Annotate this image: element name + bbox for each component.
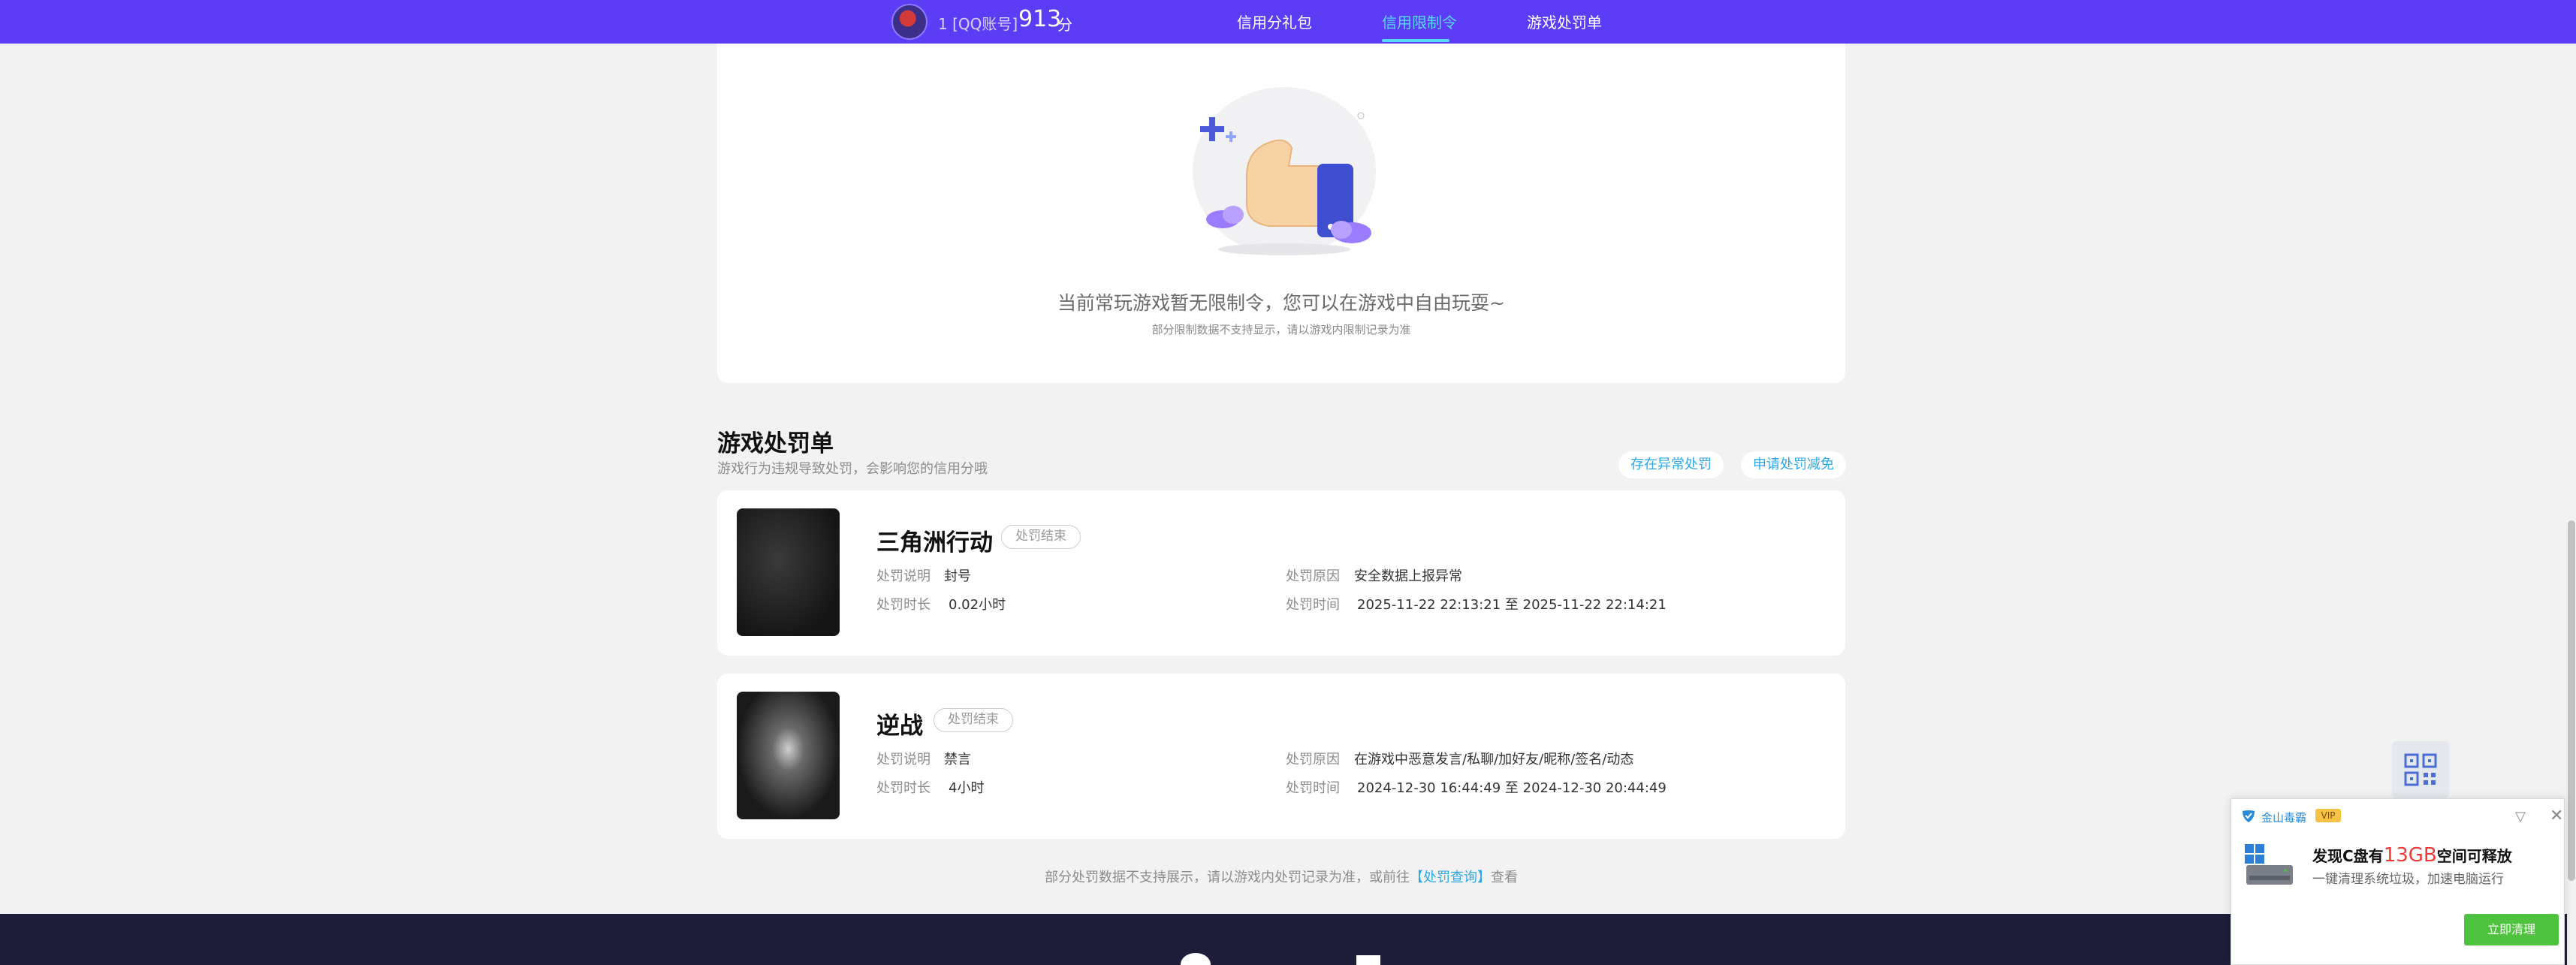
popup-headline: 发现C盘有13GB空间可释放 xyxy=(2312,844,2512,867)
penalty-desc-label: 处罚说明 xyxy=(876,752,931,767)
popup-brand: 金山毒霸 xyxy=(2261,811,2307,825)
penalty-query-link[interactable]: 【处罚查询】 xyxy=(1410,870,1491,885)
no-restriction-message: 当前常玩游戏暂无限制令，您可以在游戏中自由玩耍~ xyxy=(1057,292,1505,314)
game-name: 逆战 xyxy=(876,713,923,740)
penalty-card: 三角洲行动 处罚结束 处罚说明 封号 处罚时长 0.02小时 处罚原因 安全数据… xyxy=(717,490,1845,656)
penalty-time-label: 处罚时间 xyxy=(1286,780,1340,796)
penalty-duration-label: 处罚时长 xyxy=(876,597,931,613)
scrollbar-thumb[interactable] xyxy=(2568,520,2575,881)
section-title: 游戏处罚单 xyxy=(717,430,834,457)
penalty-duration-label: 处罚时长 xyxy=(876,780,931,796)
active-tab-indicator xyxy=(1382,39,1449,42)
tab-credit-restriction[interactable]: 信用限制令 xyxy=(1382,11,1457,32)
game-cover-image xyxy=(737,508,840,636)
game-name: 三角洲行动 xyxy=(876,529,993,556)
vip-badge: VIP xyxy=(2315,809,2341,822)
top-nav-bar: 1 [QQ账号] 913 分 信用分礼包 信用限制令 游戏处罚单 xyxy=(0,0,2576,44)
chevron-down-icon[interactable]: ▽ xyxy=(2515,809,2526,825)
abnormal-penalty-button[interactable]: 存在异常处罚 xyxy=(1618,451,1724,478)
credit-score: 913 xyxy=(1018,6,1062,32)
penalty-desc: 禁言 xyxy=(944,752,971,767)
section-subtitle: 游戏行为违规导致处罚，会影响您的信用分哦 xyxy=(717,461,988,477)
status-badge: 处罚结束 xyxy=(934,708,1013,732)
avatar[interactable] xyxy=(891,4,928,40)
popup-subtext: 一键清理系统垃圾，加速电脑运行 xyxy=(2312,872,2504,887)
penalty-desc-label: 处罚说明 xyxy=(876,568,931,584)
penalty-reduction-button[interactable]: 申请处罚减免 xyxy=(1741,451,1846,478)
qq-penguin-icon[interactable] xyxy=(1181,953,1211,965)
tab-credit-gift[interactable]: 信用分礼包 xyxy=(1237,11,1312,32)
footnote-suffix: 查看 xyxy=(1491,870,1518,885)
headline-amount: 13GB xyxy=(2383,844,2437,867)
penalty-time-label: 处罚时间 xyxy=(1286,597,1340,613)
penalty-desc: 封号 xyxy=(944,568,971,584)
qr-code-icon xyxy=(2404,753,2437,786)
penalty-card: 逆战 处罚结束 处罚说明 禁言 处罚时长 4小时 处罚原因 在游戏中恶意发言/私… xyxy=(717,674,1845,839)
penalty-reason-label: 处罚原因 xyxy=(1286,752,1340,767)
penalty-time: 2025-11-22 22:13:21 至 2025-11-22 22:14:2… xyxy=(1357,597,1667,613)
qr-code-button[interactable] xyxy=(2392,741,2449,798)
tab-game-penalty[interactable]: 游戏处罚单 xyxy=(1527,11,1602,32)
antivirus-logo-icon xyxy=(2243,810,2255,822)
penalty-reason: 安全数据上报异常 xyxy=(1354,568,1462,584)
cleanup-popup: 金山毒霸 VIP ▽ ✕ 发现C盘有13GB空间可释放 一键清理系统垃圾，加速电… xyxy=(2231,798,2565,965)
headline-suffix: 空间可释放 xyxy=(2436,847,2512,865)
penalty-footnote: 部分处罚数据不支持展示，请以游戏内处罚记录为准，或前往【处罚查询】查看 xyxy=(717,867,1845,886)
status-badge: 处罚结束 xyxy=(1001,525,1081,549)
disk-icon xyxy=(2245,844,2293,885)
cleanup-now-button[interactable]: 立即清理 xyxy=(2464,914,2559,945)
penalty-reason-label: 处罚原因 xyxy=(1286,568,1340,584)
credit-score-unit: 分 xyxy=(1057,16,1072,34)
penalty-time: 2024-12-30 16:44:49 至 2024-12-30 20:44:4… xyxy=(1357,780,1667,796)
thumbs-up-illustration xyxy=(1193,87,1376,255)
headline-prefix: 发现C盘有 xyxy=(2312,847,2384,865)
game-cover-image xyxy=(737,692,840,819)
footnote-text: 部分处罚数据不支持展示，请以游戏内处罚记录为准，或前往 xyxy=(1045,870,1410,885)
page-footer xyxy=(0,914,2576,965)
penalty-duration: 4小时 xyxy=(949,780,985,796)
account-id: 1 [QQ账号] xyxy=(938,15,1018,33)
close-icon[interactable]: ✕ xyxy=(2550,807,2563,825)
footer-app-icon[interactable] xyxy=(1356,955,1380,965)
penalty-reason: 在游戏中恶意发言/私聊/加好友/昵称/签名/动态 xyxy=(1354,752,1634,767)
restriction-note: 部分限制数据不支持显示，请以游戏内限制记录为准 xyxy=(1151,323,1411,336)
penalty-duration: 0.02小时 xyxy=(949,597,1006,613)
